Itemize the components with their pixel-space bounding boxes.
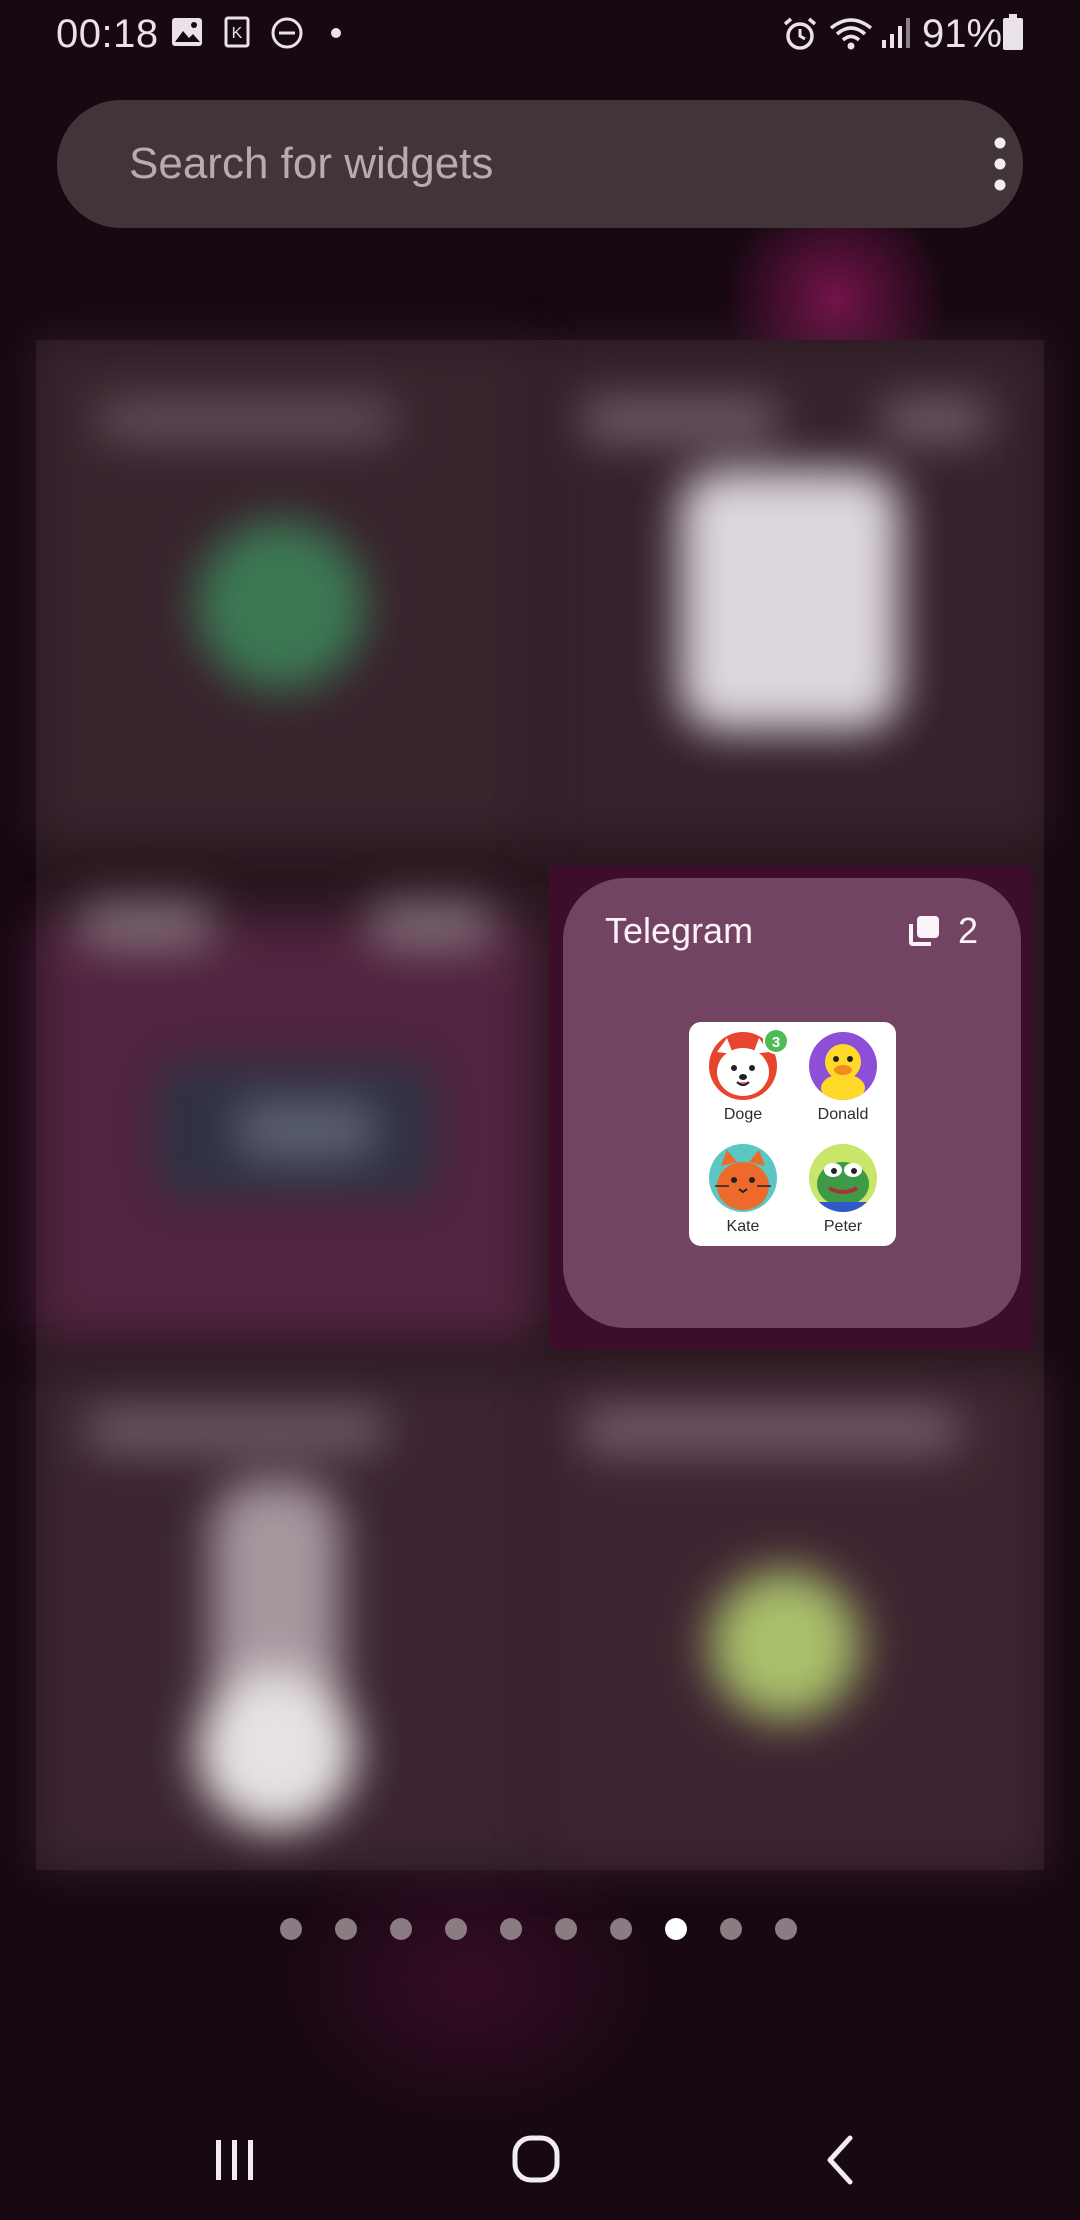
do-not-disturb-icon (270, 16, 304, 55)
cat-avatar (709, 1144, 777, 1212)
page-dot[interactable] (445, 1918, 467, 1940)
signal-icon (880, 16, 912, 55)
page-dot[interactable] (610, 1918, 632, 1940)
image-icon (170, 16, 204, 53)
page-dot-active[interactable] (665, 1918, 687, 1940)
widget-preview-blurred[interactable] (36, 1370, 536, 1870)
svg-text:K: K (232, 25, 243, 42)
more-vertical-icon (994, 137, 1006, 191)
widget-preview-blurred[interactable] (36, 340, 536, 840)
telegram-contacts-preview: 3 Doge Donald Kate Peter (689, 1022, 896, 1246)
home-icon (512, 2135, 560, 2183)
page-dot[interactable] (775, 1918, 797, 1940)
page-dot[interactable] (500, 1918, 522, 1940)
widget-count: 2 (958, 910, 979, 951)
battery-icon (1002, 14, 1024, 55)
widget-stack-icon (907, 914, 943, 953)
unread-badge: 3 (763, 1028, 789, 1054)
widget-preview-blurred[interactable] (540, 1370, 1044, 1870)
k-icon: K (224, 16, 250, 53)
widget-search-bar[interactable] (57, 100, 1023, 228)
wifi-icon (828, 16, 874, 57)
widget-preview-blurred[interactable] (540, 340, 1044, 840)
recent-apps-icon (216, 2140, 253, 2180)
dot-icon (330, 26, 342, 44)
alarm-icon (782, 16, 818, 57)
page-indicator[interactable] (280, 1918, 800, 1940)
contact-name: Peter (823, 1218, 863, 1235)
status-time: 00:18 (56, 12, 159, 56)
status-bar: 00:18 K 91% (0, 0, 1080, 66)
page-dot[interactable] (335, 1918, 357, 1940)
back-icon (827, 2135, 853, 2185)
contact-name: Donald (817, 1106, 869, 1123)
widget-title: Telegram (605, 910, 754, 951)
navigation-bar (0, 2100, 1080, 2220)
back-button[interactable] (790, 2120, 890, 2200)
page-dot[interactable] (720, 1918, 742, 1940)
contact-name: Kate (726, 1218, 760, 1235)
page-dot[interactable] (390, 1918, 412, 1940)
home-button[interactable] (486, 2120, 586, 2200)
battery-percent: 91% (922, 12, 1003, 56)
page-dot[interactable] (280, 1918, 302, 1940)
duck-avatar (809, 1032, 877, 1100)
page-dot[interactable] (555, 1918, 577, 1940)
telegram-widget[interactable]: Telegram 2 3 Doge Donald Kate Peter (563, 878, 1021, 1328)
widget-preview-blurred[interactable] (36, 860, 536, 1340)
recent-apps-button[interactable] (184, 2120, 284, 2200)
search-input[interactable] (129, 136, 889, 192)
frog-avatar (809, 1144, 877, 1212)
more-options-button[interactable] (965, 134, 1035, 194)
contact-name: Doge (723, 1106, 763, 1123)
